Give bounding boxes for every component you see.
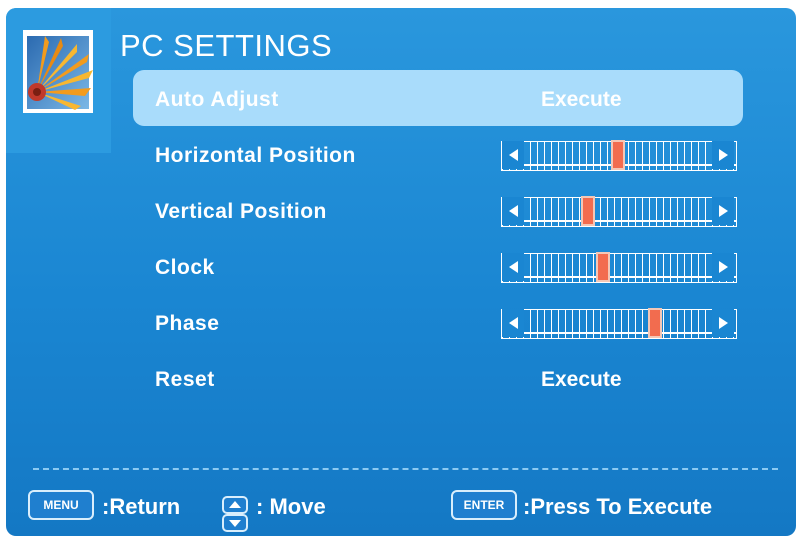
menu-item-horizontal-position[interactable]: Horizontal Position <box>133 126 743 182</box>
execute-value[interactable]: Execute <box>541 88 622 112</box>
execute-value[interactable]: Execute <box>541 368 622 392</box>
menu-item-phase[interactable]: Phase <box>133 294 743 350</box>
menu-item-label: Phase <box>155 312 220 335</box>
left-arrow-icon[interactable] <box>502 197 524 225</box>
right-arrow-icon[interactable] <box>712 253 734 281</box>
footer-execute-hint: ENTER :Press To Execute <box>451 488 781 528</box>
menu-item-vertical-position[interactable]: Vertical Position <box>133 182 743 238</box>
slider-thumb[interactable] <box>648 308 663 338</box>
menu-item-label: Horizontal Position <box>155 144 356 167</box>
left-arrow-icon[interactable] <box>502 141 524 169</box>
divider <box>33 468 778 470</box>
footer-move-hint: : Move <box>256 488 396 528</box>
menu-item-label: Vertical Position <box>155 200 327 223</box>
menu-item-clock[interactable]: Clock <box>133 238 743 294</box>
page-title: PC SETTINGS <box>120 28 333 63</box>
slider-thumb[interactable] <box>596 252 611 282</box>
menu-item-label: Clock <box>155 256 215 279</box>
phase-slider[interactable] <box>501 308 737 339</box>
menu-item-reset[interactable]: Reset Execute <box>133 350 743 406</box>
menu-item-label: Reset <box>155 368 215 391</box>
execute-hint-text: :Press To Execute <box>523 494 713 519</box>
left-arrow-icon[interactable] <box>502 253 524 281</box>
clock-slider[interactable] <box>501 252 737 283</box>
right-arrow-icon[interactable] <box>712 141 734 169</box>
icon-tile <box>6 8 111 153</box>
return-hint-text: :Return <box>102 494 181 519</box>
horizontal-position-slider[interactable] <box>501 140 737 171</box>
menu-item-auto-adjust[interactable]: Auto Adjust Execute <box>133 70 743 126</box>
slider-thumb[interactable] <box>611 140 625 170</box>
up-down-arrows-icon <box>222 496 248 532</box>
slider-thumb[interactable] <box>581 196 596 226</box>
slider-track <box>501 309 737 339</box>
slider-track <box>501 253 737 283</box>
flower-picture-icon <box>23 30 93 113</box>
menu-key[interactable]: MENU <box>28 490 94 520</box>
vertical-position-slider[interactable] <box>501 196 737 227</box>
menu-item-label: Auto Adjust <box>155 88 279 111</box>
right-arrow-icon[interactable] <box>712 309 734 337</box>
right-arrow-icon[interactable] <box>712 197 734 225</box>
footer-return-hint: MENU :Return <box>28 488 228 528</box>
move-hint-text: : Move <box>256 494 326 519</box>
slider-track <box>501 197 737 227</box>
left-arrow-icon[interactable] <box>502 309 524 337</box>
enter-key[interactable]: ENTER <box>451 490 517 520</box>
osd-panel: PC SETTINGS Auto Adjust Execute Horizont… <box>6 8 796 536</box>
